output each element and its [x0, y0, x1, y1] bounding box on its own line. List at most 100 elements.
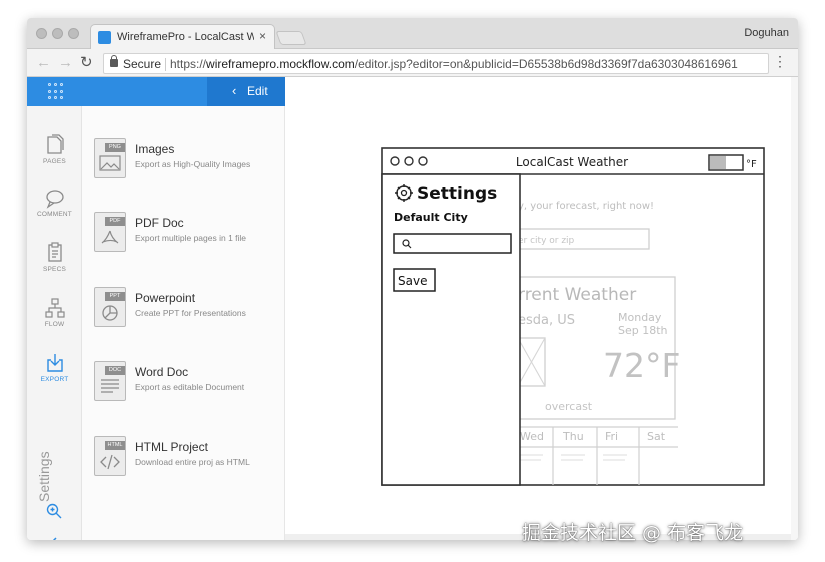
icon-sidebar: PAGES COMMENT SPECS FLOW EXPORT Settings [27, 106, 82, 540]
wireframe-date: Sep 18th [618, 324, 668, 337]
url-field[interactable]: Secure https://wireframepro.mockflow.com… [103, 53, 769, 74]
edit-button[interactable]: ‹ Edit [207, 77, 285, 106]
close-window-button[interactable] [36, 28, 47, 39]
chevron-left-icon: ‹ [232, 83, 237, 98]
forecast-day: Thu [562, 430, 584, 443]
unit-toggle-knob [710, 156, 726, 169]
sidebar-item-export[interactable]: EXPORT [27, 352, 82, 383]
wireframe-condition: overcast [545, 400, 593, 413]
wireframe-settings-title: Settings [417, 184, 497, 204]
export-item-html[interactable]: HTML HTML Project Download entire proj a… [94, 436, 284, 482]
forecast-day: Wed [520, 430, 544, 443]
zoom-window-button[interactable] [68, 28, 79, 39]
forecast-day: Fri [605, 430, 618, 443]
editor-canvas[interactable]: LocalCast Weather °F y, your forecast, r… [285, 77, 798, 540]
export-item-desc: Export as editable Document [135, 382, 245, 392]
sidebar-item-pages[interactable]: PAGES [27, 134, 82, 165]
code-icon [100, 454, 120, 470]
forward-arrow-icon[interactable]: → [58, 55, 73, 71]
edit-label: Edit [247, 84, 268, 98]
wireframe-current-weather: rrent Weather [518, 285, 636, 305]
export-item-title: PDF Doc [135, 216, 184, 230]
wireframe-city-placeholder: er city or zip [518, 236, 575, 246]
tab-close-icon[interactable]: × [259, 29, 266, 43]
minimize-window-button[interactable] [52, 28, 63, 39]
file-badge: HTML [105, 441, 125, 450]
sidebar-item-comment[interactable]: COMMENT [27, 189, 82, 218]
settings-vertical-label[interactable]: Settings [36, 451, 52, 502]
wireframe-save-label: Save [398, 274, 427, 288]
sidebar-item-label: COMMENT [37, 211, 72, 218]
secure-label: Secure [123, 57, 162, 71]
browser-window: WireframePro - LocalCast Weather × Doguh… [27, 18, 798, 540]
wireframe-app-title: LocalCast Weather [516, 155, 628, 169]
watermark-text: 掘金技术社区 @ 布客飞龙 [522, 522, 744, 544]
url-text: https://wireframepro.mockflow.com/editor… [170, 57, 738, 71]
app-header: ‹ Edit [27, 77, 285, 106]
wireframe-drawing: LocalCast Weather °F y, your forecast, r… [381, 147, 765, 486]
pdf-icon [101, 230, 119, 244]
image-icon [99, 155, 121, 171]
kebab-menu-icon[interactable]: ⋮ [773, 53, 787, 69]
sidebar-item-specs[interactable]: SPECS [27, 242, 82, 273]
sidebar-item-label: EXPORT [40, 376, 69, 383]
pdf-file-icon: PDF [94, 212, 126, 252]
app-grid-icon[interactable] [48, 83, 65, 100]
export-item-word[interactable]: DOC Word Doc Export as editable Document [94, 361, 284, 407]
export-item-images[interactable]: PNG Images Export as High-Quality Images [94, 138, 284, 184]
vertical-scrollbar[interactable] [791, 77, 798, 540]
export-item-powerpoint[interactable]: PPT Powerpoint Create PPT for Presentati… [94, 287, 284, 333]
export-item-title: Images [135, 142, 175, 156]
wireframe-day: Monday [618, 311, 662, 324]
export-icon [46, 354, 63, 372]
png-file-icon: PNG [94, 138, 126, 178]
tab-title: WireframePro - LocalCast Weather [117, 31, 254, 43]
specs-icon [47, 242, 62, 262]
sidebar-item-label: FLOW [44, 321, 65, 328]
zoom-in-icon[interactable] [45, 502, 63, 520]
url-domain: wireframepro.mockflow.com [206, 57, 355, 71]
file-badge: PPT [105, 292, 125, 301]
export-item-desc: Create PPT for Presentations [135, 308, 246, 318]
new-tab-button[interactable] [275, 31, 307, 45]
url-path: /editor.jsp?editor=on&publicid=D65538b6d… [354, 57, 738, 71]
text-lines-icon [101, 379, 119, 393]
url-scheme: https:// [170, 57, 207, 71]
sidebar-item-label: PAGES [43, 158, 66, 165]
export-item-desc: Export multiple pages in 1 file [135, 233, 247, 243]
export-item-desc: Export as High-Quality Images [135, 159, 251, 169]
browser-user-name[interactable]: Doguhan [744, 27, 789, 39]
pages-icon [46, 134, 64, 154]
sidebar-item-label: SPECS [42, 266, 67, 273]
export-panel: PNG Images Export as High-Quality Images… [82, 106, 285, 540]
reload-icon[interactable]: ↻ [80, 55, 93, 71]
back-arrow-icon[interactable]: ← [36, 55, 51, 71]
unit-toggle-label: °F [746, 159, 757, 170]
export-item-desc: Download entire proj as HTML [135, 457, 250, 467]
sidebar-item-flow[interactable]: FLOW [27, 297, 82, 328]
pie-chart-icon [102, 305, 118, 321]
doc-file-icon: DOC [94, 361, 126, 401]
file-badge: PDF [105, 217, 125, 226]
omnibox-divider [165, 58, 166, 71]
html-file-icon: HTML [94, 436, 126, 476]
wireframe-default-city-label: Default City [394, 211, 468, 224]
wireframe-location: esda, US [518, 313, 575, 328]
export-item-pdf[interactable]: PDF PDF Doc Export multiple pages in 1 f… [94, 212, 284, 258]
ppt-file-icon: PPT [94, 287, 126, 327]
address-bar: ← → ↻ Secure https://wireframepro.mockfl… [27, 49, 798, 77]
title-bar: WireframePro - LocalCast Weather × Doguh… [27, 18, 798, 50]
file-badge: DOC [105, 366, 125, 375]
wireframe-temperature: 72°F [603, 346, 680, 385]
export-item-title: Word Doc [135, 365, 189, 379]
collapse-chevron-left-icon[interactable] [48, 536, 60, 540]
flow-icon [44, 298, 65, 318]
export-item-title: Powerpoint [135, 291, 196, 305]
export-item-title: HTML Project [135, 440, 208, 454]
lock-icon [110, 55, 118, 67]
comment-icon [45, 190, 64, 209]
browser-tab[interactable]: WireframePro - LocalCast Weather × [90, 24, 275, 50]
wireframe-tagline: y, your forecast, right now! [518, 201, 654, 212]
file-badge: PNG [105, 143, 125, 152]
wireframepro-favicon-icon [98, 31, 111, 44]
